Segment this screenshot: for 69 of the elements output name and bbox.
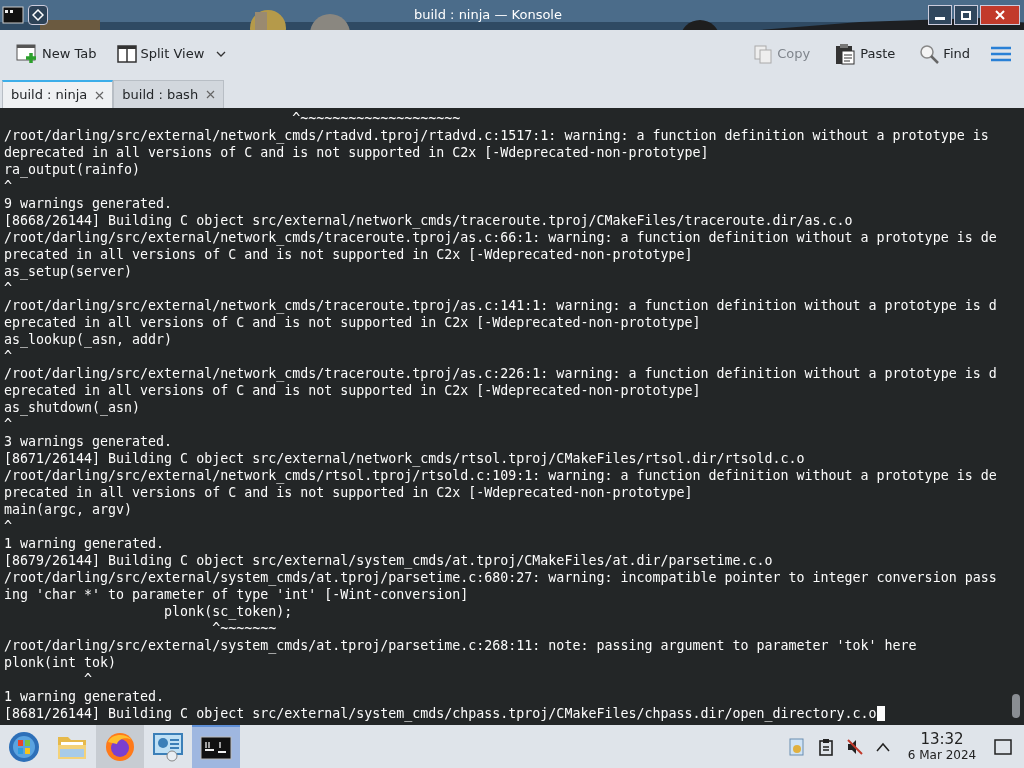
terminal-line: 1 warning generated. <box>4 689 165 704</box>
window-title: build : ninja — Konsole <box>414 6 562 25</box>
terminal-line: main(argc, argv) <box>4 502 133 517</box>
chevron-up-icon[interactable] <box>876 741 890 752</box>
terminal-line: /root/darling/src/external/system_cmds/at.tproj/parsetime.c:268:11: note: passing argument to parameter 'tok' here <box>4 638 917 653</box>
paste-button[interactable]: Paste <box>830 39 900 69</box>
remote-desktop-icon <box>152 731 184 762</box>
terminal-line: deprecated in all versions of C and is not supported in C2x [-Wdeprecated-non-prototype] <box>4 145 709 160</box>
terminal-line: ^ <box>4 417 12 432</box>
new-tab-icon <box>16 44 38 64</box>
scrollbar[interactable] <box>1012 694 1020 718</box>
terminal-line: /root/darling/src/external/network_cmds/rtsol.tproj/rtsold.c:109:1: warning: a function definition without a prototype is de <box>4 468 997 483</box>
cursor <box>876 706 885 721</box>
terminal-line: /root/darling/src/external/network_cmds/traceroute.tproj/as.c:226:1: warning: a function definition without a prototype is d <box>4 366 997 381</box>
terminal-line: [8668/26144] Building C object src/external/network_cmds/traceroute.tproj/CMakeFiles/traceroute.dir/as.c.o <box>4 213 853 228</box>
terminal-app-icon <box>2 4 24 26</box>
terminal-line: ra_output(rainfo) <box>4 162 141 177</box>
split-view-icon <box>116 45 137 63</box>
close-button[interactable] <box>980 5 1020 25</box>
split-view-button[interactable]: Split View <box>112 40 231 68</box>
terminal-line: ing 'char *' to parameter of type 'int' [-Wint-conversion] <box>4 587 469 602</box>
tab[interactable]: build : bash <box>113 80 225 108</box>
window-menu-button[interactable] <box>28 5 48 25</box>
terminal-line: eprecated in all versions of C and is not supported in C2x [-Wdeprecated-non-prototype] <box>4 315 701 330</box>
clock[interactable]: 13:32 6 Mar 2024 <box>902 732 982 761</box>
minimize-button[interactable] <box>928 5 952 25</box>
new-tab-button[interactable]: New Tab <box>12 40 101 68</box>
terminal-line: plonk(int tok) <box>4 655 117 670</box>
close-icon <box>995 10 1005 20</box>
terminal-line: /root/darling/src/external/network_cmds/rtadvd.tproj/rtadvd.c:1517:1: warning: a function definition without a prototype is <box>4 128 989 143</box>
find-button[interactable]: Find <box>915 40 974 68</box>
terminal-line: precated in all versions of C and is not supported in C2x [-Wdeprecated-non-prototype] <box>4 485 693 500</box>
terminal-line: [8681/26144] Building C object src/external/system_cmds/chpass.tproj/CMakeFiles/chpass.dir/open_directory.c.o <box>4 706 877 721</box>
terminal-line: ^~~~~~~~ <box>211 621 277 636</box>
search-icon <box>919 44 940 64</box>
show-desktop-icon[interactable] <box>994 738 1012 755</box>
terminal-line: /root/darling/src/external/system_cmds/at.tproj/parsetime.c:680:27: warning: incompatible pointer to integer conversion pass <box>4 570 997 585</box>
menu-icon[interactable] <box>990 46 1012 62</box>
terminal-line: 1 warning generated. <box>4 536 165 551</box>
terminal-line: /root/darling/src/external/network_cmds/traceroute.tproj/as.c:141:1: warning: a function definition without a prototype is d <box>4 298 997 313</box>
terminal-line: [8671/26144] Building C object src/external/network_cmds/rtsol.tproj/CMakeFiles/rtsol.dir/rtsold.c.o <box>4 451 805 466</box>
clipboard-icon[interactable] <box>818 737 834 756</box>
close-tab-icon[interactable] <box>95 90 105 100</box>
close-tab-icon[interactable] <box>206 90 216 99</box>
terminal-line: as_shutdown(_asn) <box>4 400 141 415</box>
paste-icon <box>834 43 857 65</box>
terminal-line: ^ <box>83 672 93 687</box>
terminal-line: 9 warnings generated. <box>4 196 173 211</box>
muted-speaker-icon[interactable] <box>846 737 864 756</box>
terminal-line: eprecated in all versions of C and is not supported in C2x [-Wdeprecated-non-prototype] <box>4 383 701 398</box>
terminal-line: ^ <box>4 179 12 194</box>
browser-icon <box>105 731 135 762</box>
terminal-line: ^~~~~~~~~~~~~~~~~~~~~ <box>291 111 461 126</box>
terminal-line: as_lookup(_asn, addr) <box>4 332 173 347</box>
terminal-line: ^ <box>4 519 12 534</box>
terminal-line: ^ <box>4 281 12 296</box>
tab[interactable]: build : ninja <box>2 80 114 108</box>
terminal-line: plonk(sc_token); <box>163 604 293 619</box>
terminal-line: precated in all versions of C and is not supported in C2x [-Wdeprecated-non-prototype] <box>4 247 693 262</box>
copy-icon <box>753 44 774 64</box>
taskbar-button[interactable] <box>192 725 240 768</box>
terminal-icon <box>200 735 232 760</box>
terminal-line: /root/darling/src/external/network_cmds/traceroute.tproj/as.c:66:1: warning: a function definition without a prototype is de <box>4 230 997 245</box>
maximize-button[interactable] <box>954 5 978 25</box>
terminal-line: [8679/26144] Building C object src/external/system_cmds/at.tproj/CMakeFiles/at.dir/parsetime.c.o <box>4 553 773 568</box>
start-orb-icon <box>8 730 40 763</box>
terminal-line: 3 warnings generated. <box>4 434 173 449</box>
terminal-line: as_setup(server) <box>4 264 133 279</box>
terminal-line: ^ <box>4 349 12 364</box>
